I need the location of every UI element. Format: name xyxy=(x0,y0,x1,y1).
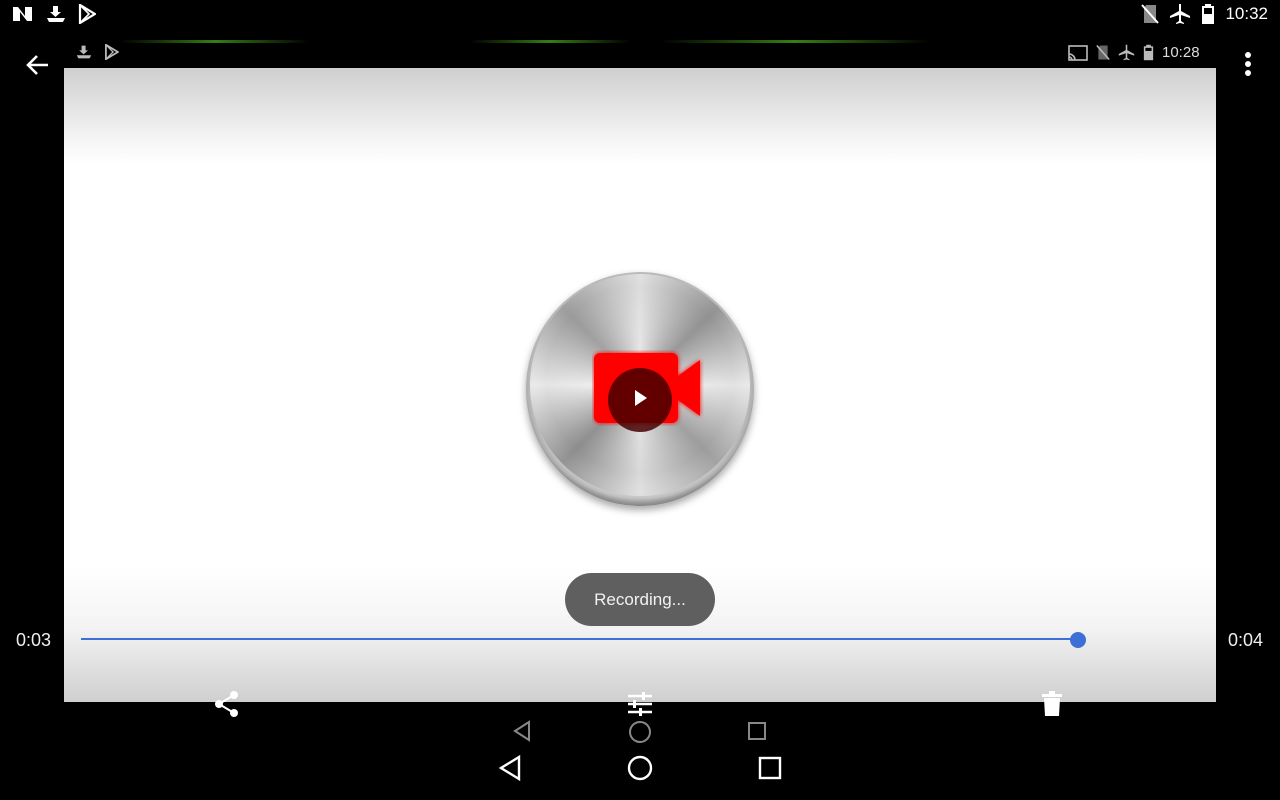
seek-thumb[interactable] xyxy=(1070,632,1086,648)
tune-button[interactable] xyxy=(626,690,654,718)
nav-recents-icon xyxy=(758,756,782,784)
airplane-mode-icon xyxy=(1118,44,1135,61)
nav-home-icon xyxy=(626,755,654,786)
status-time: 10:32 xyxy=(1225,4,1268,23)
decorative-streak xyxy=(660,40,930,43)
no-sim-icon xyxy=(1141,3,1160,25)
play-icon xyxy=(630,388,650,412)
inner-navigation-bar xyxy=(0,716,1280,748)
back-button[interactable] xyxy=(22,50,52,80)
nav-back-button[interactable] xyxy=(497,754,523,786)
inner-nav-recents[interactable] xyxy=(747,721,767,745)
inner-nav-back[interactable] xyxy=(512,720,532,746)
cast-icon xyxy=(1068,44,1088,61)
inner-nav-home[interactable] xyxy=(628,720,652,748)
n-logo-icon xyxy=(12,5,34,23)
seek-bar[interactable] xyxy=(81,638,1079,640)
recording-toast: Recording... xyxy=(565,573,715,626)
toast-text: Recording... xyxy=(594,589,686,609)
nav-recents-button[interactable] xyxy=(758,756,782,784)
download-icon xyxy=(76,44,92,60)
system-navigation-bar xyxy=(0,748,1280,788)
play-store-icon xyxy=(78,4,96,24)
share-button[interactable] xyxy=(213,690,241,718)
system-status-bar: 10:32 xyxy=(0,0,1280,32)
overflow-menu-button[interactable] xyxy=(1236,50,1260,78)
decorative-streak xyxy=(470,40,630,43)
delete-button[interactable] xyxy=(1039,690,1065,718)
seek-progress xyxy=(81,638,1070,640)
battery-icon xyxy=(1143,44,1154,61)
play-store-icon xyxy=(104,44,119,60)
current-time: 0:03 xyxy=(16,630,52,650)
airplane-mode-icon xyxy=(1169,3,1191,25)
duration-time: 0:04 xyxy=(1228,630,1264,650)
decorative-streak xyxy=(120,40,310,43)
download-icon xyxy=(46,4,66,24)
inner-status-time: 10:28 xyxy=(1162,44,1200,61)
arrow-back-icon xyxy=(23,51,51,79)
share-icon xyxy=(213,690,241,718)
inner-status-icons xyxy=(76,44,119,60)
inner-status-right: 10:28 xyxy=(1068,44,1200,61)
more-vert-icon xyxy=(1244,51,1252,77)
play-button[interactable] xyxy=(608,368,672,432)
no-sim-icon xyxy=(1096,44,1110,61)
battery-icon xyxy=(1201,3,1215,25)
nav-home-button[interactable] xyxy=(626,754,654,786)
nav-back-icon xyxy=(497,754,523,786)
tune-icon xyxy=(626,690,654,718)
delete-icon xyxy=(1041,691,1063,717)
